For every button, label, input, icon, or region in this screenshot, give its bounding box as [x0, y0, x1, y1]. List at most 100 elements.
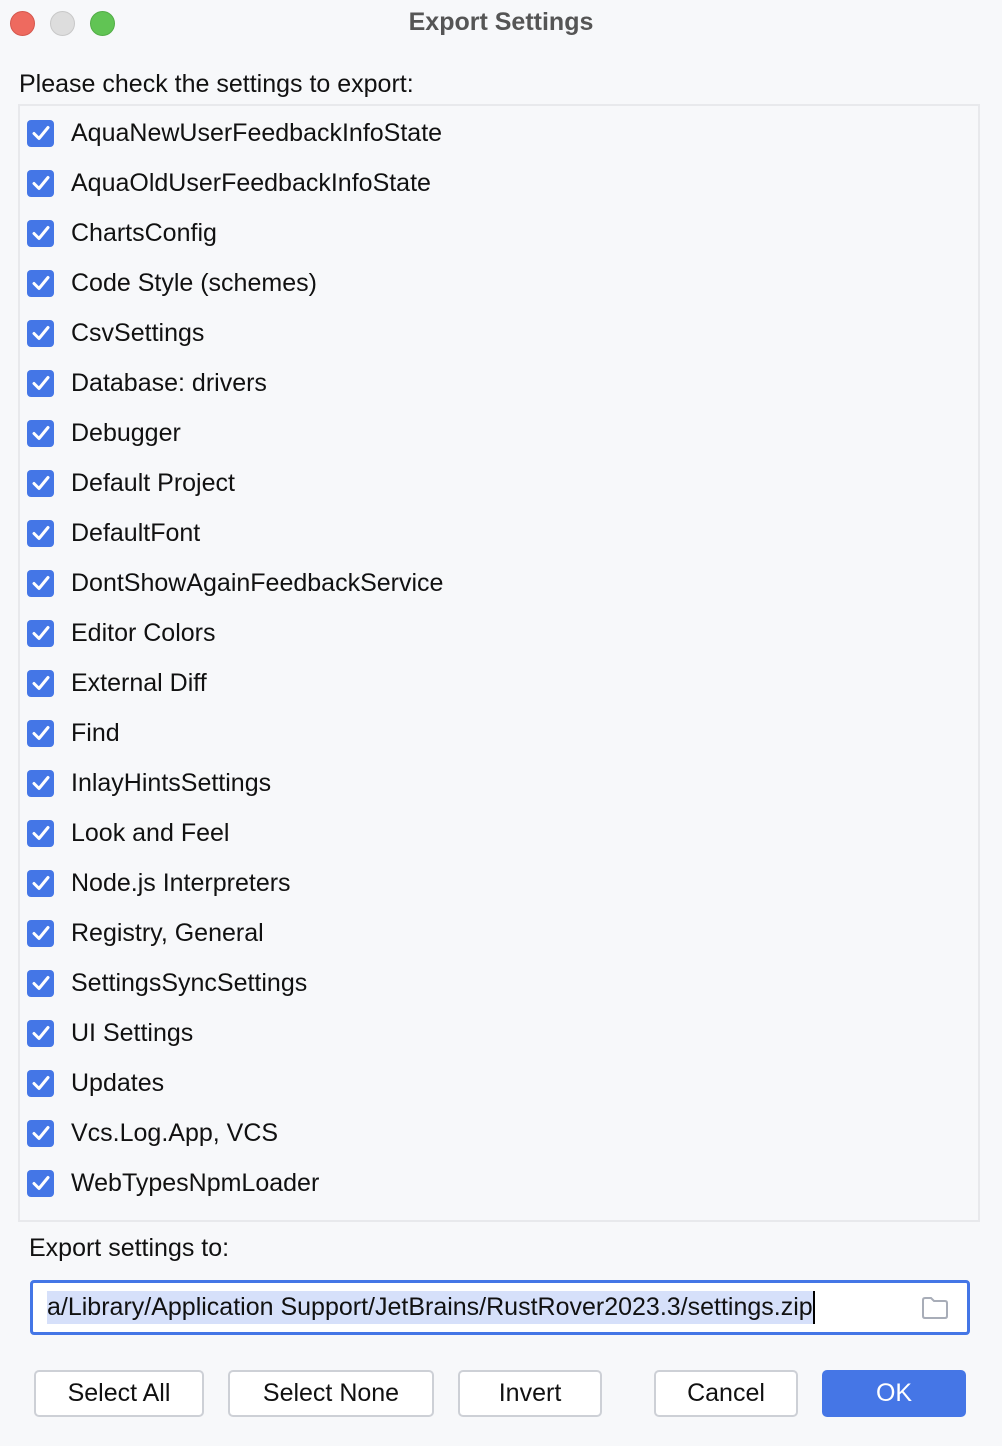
checkmark-icon [32, 876, 49, 890]
setting-item[interactable]: AquaOldUserFeedbackInfoState [27, 158, 431, 208]
setting-item-label: Find [71, 718, 120, 747]
checkbox[interactable] [27, 919, 54, 947]
setting-item[interactable]: Vcs.Log.App, VCS [27, 1108, 278, 1158]
checkmark-icon [32, 326, 49, 340]
setting-item[interactable]: AquaNewUserFeedbackInfoState [27, 108, 442, 158]
checkmark-icon [32, 976, 49, 990]
setting-item-label: InlayHintsSettings [71, 768, 272, 797]
checkbox[interactable] [27, 119, 54, 147]
setting-item-label: External Diff [71, 668, 207, 697]
setting-item-label: UI Settings [71, 1018, 194, 1047]
checkbox[interactable] [27, 369, 54, 397]
checkbox[interactable] [27, 769, 54, 797]
setting-item[interactable]: Debugger [27, 408, 181, 458]
setting-item-label: Updates [71, 1068, 165, 1097]
checkmark-icon [32, 676, 49, 690]
setting-item[interactable]: Updates [27, 1058, 164, 1108]
window-title: Export Settings [408, 8, 594, 36]
select-all-button[interactable]: Select All [34, 1370, 204, 1417]
export-path-label: Export settings to: [29, 1234, 230, 1262]
setting-item[interactable]: SettingsSyncSettings [27, 958, 307, 1008]
checkmark-icon [32, 576, 49, 590]
checkmark-icon [32, 276, 49, 290]
setting-item[interactable]: WebTypesNpmLoader [27, 1158, 319, 1208]
checkbox[interactable] [27, 1119, 54, 1147]
setting-item-label: DefaultFont [71, 518, 201, 547]
export-path-input[interactable]: a/Library/Application Support/JetBrains/… [30, 1280, 970, 1335]
setting-item[interactable]: Default Project [27, 458, 235, 508]
setting-item-label: SettingsSyncSettings [71, 968, 308, 997]
setting-item-label: Vcs.Log.App, VCS [71, 1118, 279, 1147]
checkbox[interactable] [27, 819, 54, 847]
checkmark-icon [32, 226, 49, 240]
checkmark-icon [32, 776, 49, 790]
checkbox[interactable] [27, 719, 54, 747]
setting-item[interactable]: DontShowAgainFeedbackService [27, 558, 443, 608]
checkmark-icon [32, 476, 49, 490]
checkbox[interactable] [27, 519, 54, 547]
setting-item[interactable]: Registry, General [27, 908, 264, 958]
checkbox[interactable] [27, 969, 54, 997]
setting-item-label: Debugger [71, 418, 181, 447]
checkbox[interactable] [27, 1169, 54, 1197]
setting-item[interactable]: DefaultFont [27, 508, 200, 558]
setting-item[interactable]: External Diff [27, 658, 207, 708]
checkbox[interactable] [27, 469, 54, 497]
checkmark-icon [32, 926, 49, 940]
setting-item-label: AquaNewUserFeedbackInfoState [71, 118, 443, 147]
checkmark-icon [32, 1076, 49, 1090]
checkmark-icon [32, 1026, 49, 1040]
checkbox[interactable] [27, 669, 54, 697]
setting-item[interactable]: Code Style (schemes) [27, 258, 317, 308]
checkmark-icon [32, 426, 49, 440]
export-path-value[interactable]: a/Library/Application Support/JetBrains/… [47, 1291, 815, 1324]
invert-button[interactable]: Invert [458, 1370, 602, 1417]
setting-item[interactable]: Node.js Interpreters [27, 858, 291, 908]
select-none-button[interactable]: Select None [228, 1370, 434, 1417]
setting-item-label: AquaOldUserFeedbackInfoState [71, 168, 431, 197]
setting-item-label: WebTypesNpmLoader [71, 1168, 320, 1197]
cancel-button[interactable]: Cancel [654, 1370, 798, 1417]
checkmark-icon [32, 376, 49, 390]
setting-item-label: Database: drivers [71, 368, 267, 397]
setting-item-label: CsvSettings [71, 318, 205, 347]
ok-button[interactable]: OK [822, 1370, 966, 1417]
setting-item[interactable]: Database: drivers [27, 358, 267, 408]
checkbox[interactable] [27, 619, 54, 647]
checkmark-icon [32, 1176, 49, 1190]
checkbox[interactable] [27, 419, 54, 447]
folder-icon[interactable] [921, 1296, 949, 1325]
setting-item[interactable]: Find [27, 708, 120, 758]
checkbox[interactable] [27, 869, 54, 897]
checkbox[interactable] [27, 1019, 54, 1047]
setting-item[interactable]: UI Settings [27, 1008, 193, 1058]
setting-item[interactable]: Look and Feel [27, 808, 229, 858]
checkmark-icon [32, 1126, 49, 1140]
checkmark-icon [32, 626, 49, 640]
checkbox[interactable] [27, 269, 54, 297]
setting-item[interactable]: Editor Colors [27, 608, 216, 658]
setting-item-label: ChartsConfig [71, 218, 217, 247]
checkbox[interactable] [27, 319, 54, 347]
checkmark-icon [32, 176, 49, 190]
setting-item[interactable]: CsvSettings [27, 308, 204, 358]
checkbox[interactable] [27, 169, 54, 197]
setting-item-label: Default Project [71, 468, 235, 497]
setting-item-label: Editor Colors [71, 618, 216, 647]
title-bar: Export Settings [0, 0, 1002, 48]
checkmark-icon [32, 726, 49, 740]
settings-checkbox-list[interactable]: AquaNewUserFeedbackInfoState AquaOldUserF… [18, 104, 980, 1222]
setting-item[interactable]: InlayHintsSettings [27, 758, 271, 808]
setting-item-label: Registry, General [71, 918, 264, 947]
checkmark-icon [32, 126, 49, 140]
setting-item-label: Code Style (schemes) [71, 268, 317, 297]
setting-item-label: Node.js Interpreters [71, 868, 291, 897]
checkbox[interactable] [27, 219, 54, 247]
settings-prompt: Please check the settings to export: [19, 70, 414, 98]
checkbox[interactable] [27, 569, 54, 597]
setting-item-label: DontShowAgainFeedbackService [71, 568, 444, 597]
setting-item[interactable]: ChartsConfig [27, 208, 217, 258]
checkbox[interactable] [27, 1069, 54, 1097]
checkmark-icon [32, 526, 49, 540]
checkmark-icon [32, 826, 49, 840]
